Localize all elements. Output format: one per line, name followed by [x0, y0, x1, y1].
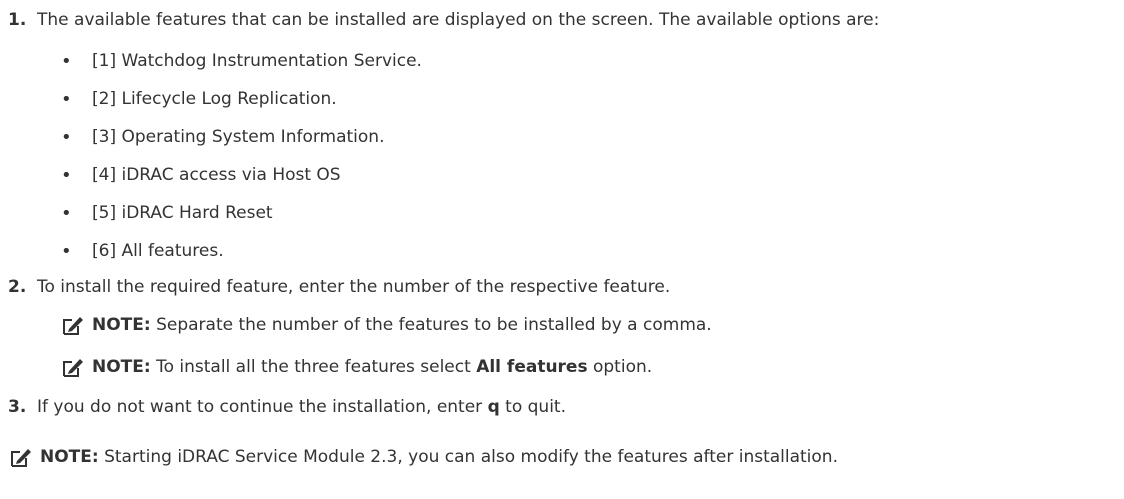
- note-pencil-icon: [63, 359, 83, 377]
- note-text: To install all the three features select: [150, 357, 477, 377]
- note: NOTE: To install all the three features …: [92, 356, 652, 378]
- note-text: Separate the number of the features to b…: [150, 315, 712, 335]
- list-item: [4] iDRAC access via Host OS: [92, 165, 341, 185]
- note: NOTE: Separate the number of the feature…: [92, 314, 712, 336]
- note-label: NOTE:: [92, 357, 151, 377]
- note-emphasis: All features: [476, 357, 588, 377]
- list-item: [2] Lifecycle Log Replication.: [92, 89, 337, 109]
- bullet: •: [61, 127, 72, 148]
- note-label: NOTE:: [92, 315, 151, 335]
- list-item: [1] Watchdog Instrumentation Service.: [92, 51, 422, 71]
- note-pencil-icon: [11, 449, 31, 467]
- note-text: Starting iDRAC Service Module 2.3, you c…: [98, 447, 838, 467]
- step-number: 1.: [8, 10, 27, 30]
- note-text: option.: [587, 357, 653, 377]
- step-text-part: If you do not want to continue the insta…: [37, 397, 488, 417]
- document-body: 1. The available features that can be in…: [0, 0, 1124, 499]
- step-emphasis: q: [487, 397, 500, 417]
- note-pencil-icon: [63, 317, 83, 335]
- step-text: If you do not want to continue the insta…: [37, 396, 566, 418]
- bullet: •: [61, 241, 72, 262]
- list-item: [5] iDRAC Hard Reset: [92, 203, 273, 223]
- step-number: 3.: [8, 397, 27, 417]
- step-text: To install the required feature, enter t…: [37, 277, 671, 297]
- bullet: •: [61, 165, 72, 186]
- bullet: •: [61, 89, 72, 110]
- bullet: •: [61, 203, 72, 224]
- list-item: [3] Operating System Information.: [92, 127, 385, 147]
- note-label: NOTE:: [40, 447, 99, 467]
- final-note: NOTE: Starting iDRAC Service Module 2.3,…: [40, 446, 838, 468]
- list-item: [6] All features.: [92, 241, 224, 261]
- step-text-part: to quit.: [499, 397, 566, 417]
- step-text: The available features that can be insta…: [37, 10, 880, 30]
- step-number: 2.: [8, 277, 27, 297]
- bullet: •: [61, 51, 72, 72]
